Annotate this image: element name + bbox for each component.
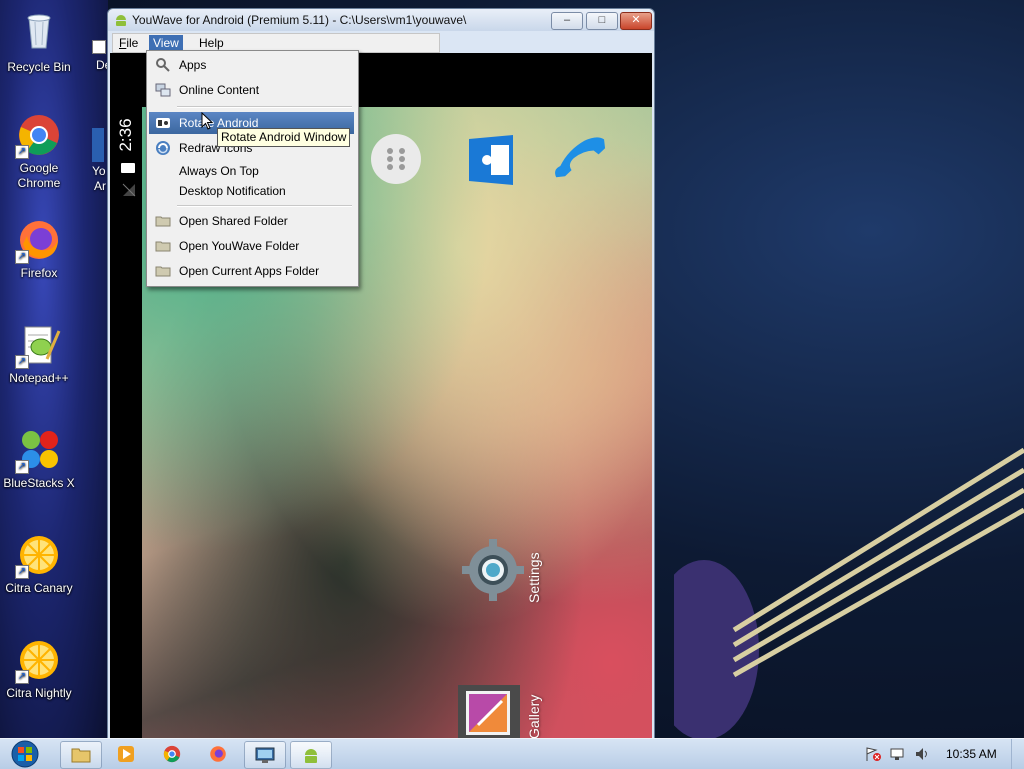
- settings-label[interactable]: Settings: [526, 552, 542, 603]
- desktop-icon-label: Firefox: [20, 266, 58, 280]
- gallery-label[interactable]: Gallery: [526, 695, 542, 739]
- partial-shortcut-icon: [92, 40, 106, 54]
- android-clock: 2:36: [116, 118, 135, 152]
- partial-label-yo[interactable]: Yo: [92, 164, 106, 178]
- menu-item-label: Desktop Notification: [179, 184, 286, 198]
- taskbar-firefox[interactable]: [198, 741, 238, 767]
- media-player-icon: [118, 746, 134, 762]
- mouse-cursor-icon: [201, 112, 213, 130]
- shortcut-arrow-icon: ↗: [15, 145, 29, 159]
- folder-icon: [155, 266, 171, 277]
- android-icon: [305, 749, 317, 763]
- desktop-icon-google-chrome[interactable]: ↗ Google Chrome: [0, 113, 78, 191]
- action-center-flag-icon[interactable]: [864, 746, 882, 762]
- guitar-wallpaper-detail: [674, 447, 1024, 740]
- online-content-icon: [155, 83, 171, 97]
- redraw-icon: [156, 141, 170, 155]
- desktop-icon-label: Recycle Bin: [7, 60, 71, 74]
- desktop-icon-citra-canary[interactable]: ↗ Citra Canary: [0, 533, 78, 596]
- app-drawer-icon[interactable]: [370, 133, 422, 185]
- rotate-tooltip: Rotate Android Window: [217, 128, 351, 147]
- menu-separator: [177, 106, 352, 108]
- menu-item-open-youwave-folder[interactable]: Open YouWave Folder: [149, 235, 354, 257]
- taskbar: 10:35 AM: [0, 738, 1024, 769]
- menu-item-open-current-apps-folder[interactable]: Open Current Apps Folder: [149, 260, 354, 282]
- volume-icon[interactable]: [914, 746, 932, 762]
- shortcut-arrow-icon: ↗: [15, 250, 29, 264]
- menu-view[interactable]: View: [149, 35, 183, 51]
- taskbar-clock[interactable]: 10:35 AM: [946, 747, 997, 761]
- file-explorer-icon: [71, 748, 91, 763]
- desktop-icon-label: Google Chrome: [17, 161, 61, 190]
- settings-gear-icon[interactable]: [460, 537, 526, 603]
- folder-icon: [155, 241, 171, 252]
- taskbar-chrome[interactable]: [152, 741, 192, 767]
- taskbar-remote-desktop[interactable]: [244, 741, 286, 769]
- menu-item-label: Open Current Apps Folder: [179, 264, 320, 278]
- recycle-bin-icon: [27, 14, 51, 49]
- shortcut-arrow-icon: ↗: [15, 355, 29, 369]
- taskbar-media-player[interactable]: [106, 741, 146, 767]
- menu-help[interactable]: Help: [195, 35, 228, 51]
- desktop-icon-bluestacks-x[interactable]: ↗ BlueStacks X: [0, 428, 78, 491]
- desktop-icon-firefox[interactable]: ↗ Firefox: [0, 218, 78, 281]
- menu-item-label: Apps: [179, 58, 207, 72]
- contacts-icon[interactable]: [465, 133, 517, 187]
- battery-icon: [121, 163, 135, 173]
- desktop-icon-notepad-plus-plus[interactable]: ↗ Notepad++: [0, 323, 78, 386]
- menu-separator: [177, 205, 352, 207]
- desktop-icon-recycle-bin[interactable]: Recycle Bin: [0, 8, 78, 75]
- partial-youwave-icon: [92, 128, 104, 162]
- magnifier-icon: [156, 58, 170, 72]
- menu-item-label: Open YouWave Folder: [179, 239, 300, 253]
- menu-item-open-shared-folder[interactable]: Open Shared Folder: [149, 210, 354, 232]
- menu-item-label: Always On Top: [179, 164, 259, 178]
- taskbar-youwave[interactable]: [290, 741, 332, 769]
- close-button[interactable]: ✕: [620, 12, 652, 30]
- desktop-icon-label: Citra Canary: [5, 581, 73, 595]
- rotate-icon: [156, 118, 170, 128]
- partial-label-ar[interactable]: Ar: [94, 179, 106, 193]
- android-status-bar: 2:36: [110, 53, 142, 739]
- chrome-icon: [163, 745, 181, 763]
- menu-file[interactable]: File: [115, 35, 142, 51]
- signal-icon: [122, 183, 136, 197]
- desktop-icon-label: BlueStacks X: [3, 476, 75, 490]
- remote-desktop-icon: [255, 747, 275, 763]
- menu-item-always-on-top[interactable]: Always On Top: [149, 160, 354, 182]
- firefox-icon: [210, 746, 226, 762]
- menu-item-online-content[interactable]: Online Content: [149, 79, 354, 101]
- show-desktop-button[interactable]: [1011, 739, 1024, 769]
- window-titlebar[interactable]: YouWave for Android (Premium 5.11) - C:\…: [108, 9, 654, 31]
- taskbar-explorer[interactable]: [60, 741, 102, 769]
- desktop-icon-label: Notepad++: [9, 371, 69, 385]
- shortcut-arrow-icon: ↗: [15, 460, 29, 474]
- menu-item-label: Online Content: [179, 83, 260, 97]
- menu-item-label: Open Shared Folder: [179, 214, 288, 228]
- menu-file-label: ile: [126, 36, 139, 50]
- shortcut-arrow-icon: ↗: [15, 670, 29, 684]
- window-title: YouWave for Android (Premium 5.11) - C:\…: [132, 13, 467, 27]
- menu-item-apps[interactable]: Apps: [149, 54, 354, 76]
- start-button[interactable]: [6, 740, 44, 768]
- view-menu-dropdown: Apps Online Content Rotate Android Redra…: [146, 50, 359, 287]
- android-app-icon: [116, 15, 126, 26]
- network-icon[interactable]: [889, 746, 907, 762]
- desktop-icon-citra-nightly[interactable]: ↗ Citra Nightly: [0, 638, 78, 701]
- shortcut-arrow-icon: ↗: [15, 565, 29, 579]
- maximize-button[interactable]: □: [586, 12, 618, 30]
- minimize-button[interactable]: –: [551, 12, 583, 30]
- gallery-icon[interactable]: [458, 685, 520, 739]
- folder-icon: [155, 216, 171, 227]
- menu-item-desktop-notification[interactable]: Desktop Notification: [149, 180, 354, 202]
- desktop-icon-label: Citra Nightly: [6, 686, 72, 700]
- phone-icon[interactable]: [552, 129, 612, 189]
